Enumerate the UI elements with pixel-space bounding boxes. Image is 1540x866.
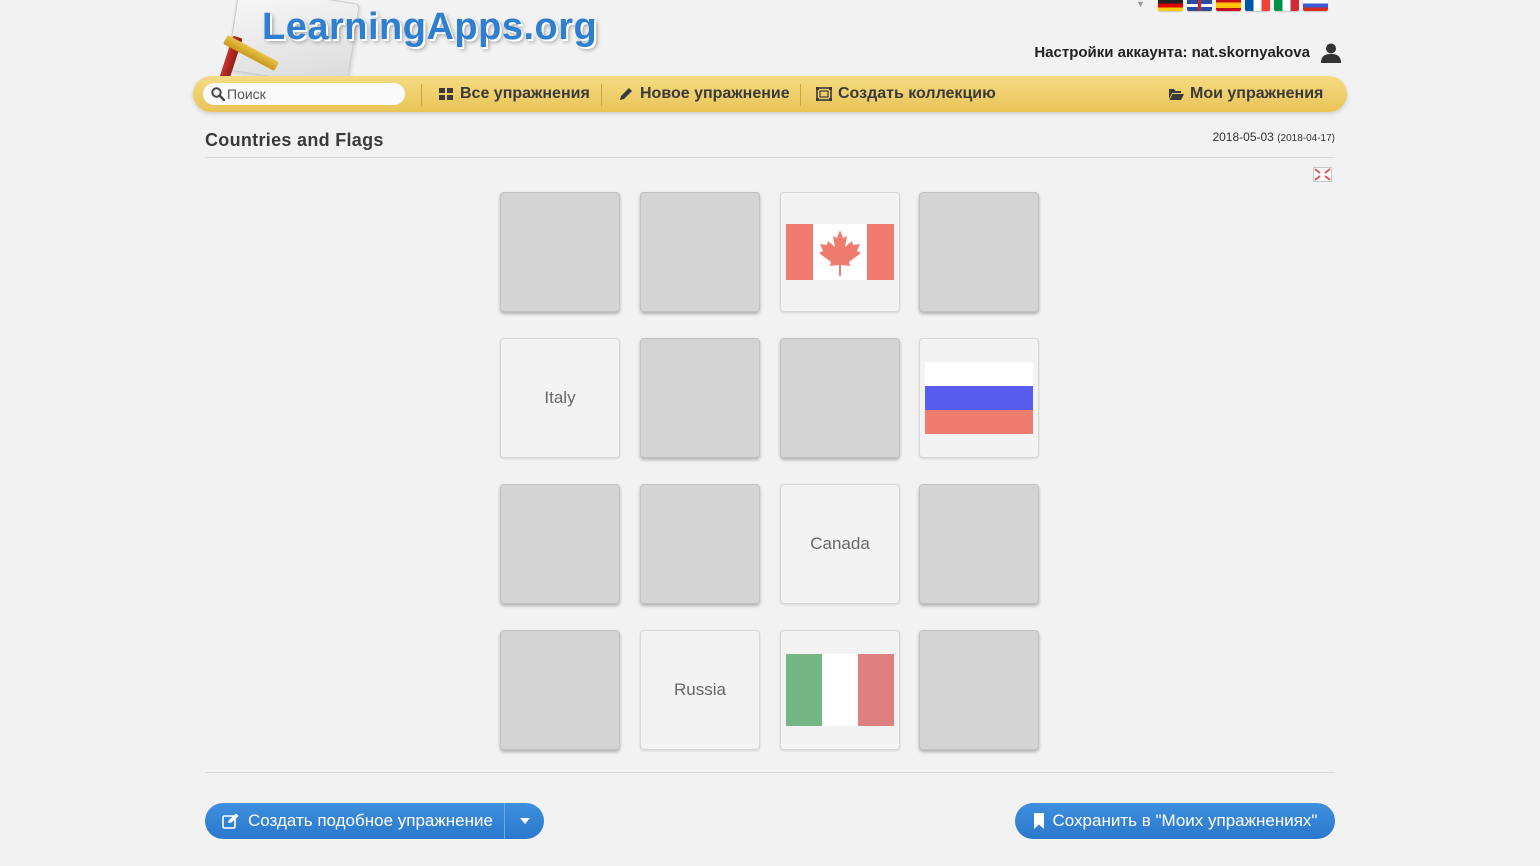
nav-my-exercises[interactable]: Мои упражнения <box>1168 76 1323 112</box>
nav-create-collection-label: Создать коллекцию <box>838 85 996 102</box>
lang-flag-en-icon[interactable] <box>1187 0 1212 11</box>
lang-flag-es-icon[interactable] <box>1216 0 1241 11</box>
save-to-my-exercises-label: Сохранить в "Моих упражнениях" <box>1052 811 1318 830</box>
memory-card-hidden[interactable] <box>500 630 620 750</box>
memory-card-flag[interactable] <box>919 338 1039 458</box>
memory-card-flag[interactable] <box>780 630 900 750</box>
nav-new-exercise-label: Новое упражнение <box>640 85 790 102</box>
memory-card-hidden[interactable] <box>919 630 1039 750</box>
memory-card-hidden[interactable] <box>500 484 620 604</box>
russia-flag-icon <box>925 362 1033 434</box>
nav-my-exercises-label: Мои упражнения <box>1190 85 1324 102</box>
memory-card-label: Russia <box>674 680 726 699</box>
chevron-down-icon <box>519 818 530 824</box>
memory-card-hidden[interactable] <box>640 192 760 312</box>
create-similar-button-group: Создать подобное упражнение <box>205 803 544 839</box>
memory-card-text[interactable]: Italy <box>500 338 620 458</box>
create-similar-button[interactable]: Создать подобное упражнение <box>205 803 504 839</box>
grid-icon <box>439 88 453 100</box>
collection-icon <box>816 87 832 101</box>
bookmark-icon <box>1033 813 1044 829</box>
memory-card-label: Italy <box>544 388 576 407</box>
created-date: (2018-04-17) <box>1277 133 1335 144</box>
memory-card-hidden[interactable] <box>500 192 620 312</box>
memory-card-grid: Italy Canada Russia <box>500 192 1040 750</box>
memory-card-hidden[interactable] <box>780 338 900 458</box>
lang-flag-it-icon[interactable] <box>1274 0 1299 11</box>
lang-flag-fr-icon[interactable] <box>1245 0 1270 11</box>
language-marker-icon: ▼ <box>1136 0 1145 9</box>
lang-flag-ru-icon[interactable] <box>1303 0 1328 11</box>
memory-card-flag[interactable] <box>780 192 900 312</box>
lang-flag-de-icon[interactable] <box>1158 0 1183 11</box>
title-divider <box>205 157 1335 158</box>
canada-flag-icon <box>786 224 894 280</box>
nav-all-exercises-label: Все упражнения <box>460 85 590 102</box>
search-box[interactable] <box>203 83 405 105</box>
edit-icon <box>222 813 239 829</box>
memory-card-label: Canada <box>810 534 870 553</box>
memory-card-text[interactable]: Russia <box>640 630 760 750</box>
memory-card-hidden[interactable] <box>640 338 760 458</box>
logo-text: LearningApps.org <box>262 6 598 48</box>
search-icon <box>211 87 225 101</box>
modified-date: 2018-05-03 <box>1212 130 1274 144</box>
memory-card-text[interactable]: Canada <box>780 484 900 604</box>
site-logo[interactable]: LearningApps.org <box>210 0 597 90</box>
nav-divider <box>601 84 602 106</box>
user-icon[interactable] <box>1320 42 1342 64</box>
bottom-divider <box>205 772 1335 773</box>
nav-create-collection[interactable]: Создать коллекцию <box>816 76 996 112</box>
account-settings-link[interactable]: Настройки аккаунта: nat.skornyakova <box>1034 44 1310 61</box>
create-similar-label: Создать подобное упражнение <box>248 811 493 830</box>
page-title: Countries and Flags <box>205 130 384 150</box>
nav-new-exercise[interactable]: Новое упражнение <box>618 76 790 112</box>
exercise-dates: 2018-05-03 (2018-04-17) <box>1212 130 1335 144</box>
memory-card-hidden[interactable] <box>919 484 1039 604</box>
language-selector: ▼ <box>1136 0 1328 12</box>
search-input[interactable] <box>227 83 397 105</box>
nav-divider <box>421 84 422 106</box>
memory-card-hidden[interactable] <box>640 484 760 604</box>
pencil-icon <box>620 88 632 100</box>
create-similar-dropdown[interactable] <box>505 803 544 839</box>
memory-card-hidden[interactable] <box>919 192 1039 312</box>
fullscreen-icon[interactable] <box>1313 167 1332 182</box>
italy-flag-icon <box>786 654 894 726</box>
main-navbar: Все упражнения Новое упражнение Создать … <box>193 76 1347 112</box>
nav-divider <box>800 84 801 106</box>
nav-all-exercises[interactable]: Все упражнения <box>438 76 590 112</box>
folder-open-icon <box>1169 89 1184 100</box>
save-to-my-exercises-button[interactable]: Сохранить в "Моих упражнениях" <box>1015 803 1335 839</box>
